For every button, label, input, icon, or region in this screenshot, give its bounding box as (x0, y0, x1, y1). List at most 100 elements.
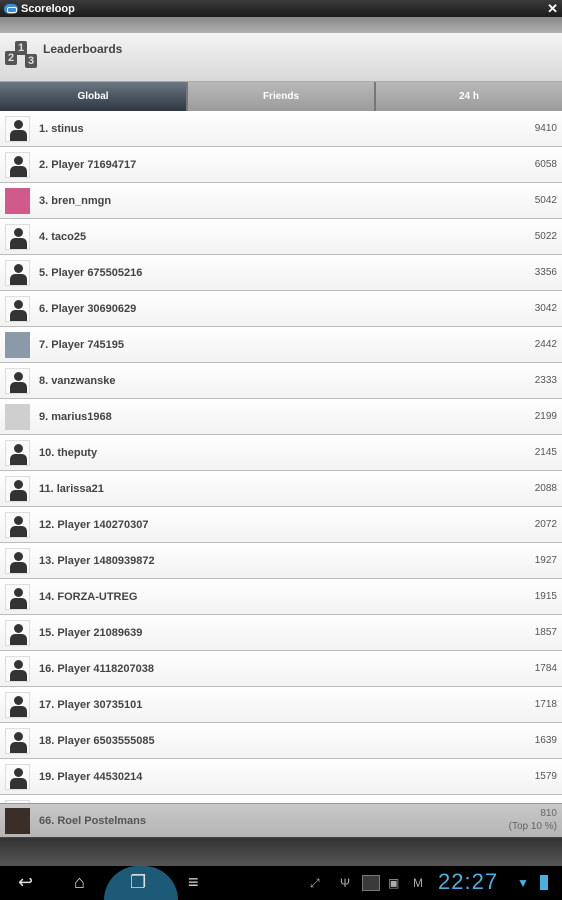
leaderboard-row[interactable]: 6. Player 30690629 3042 (0, 291, 562, 327)
person-head (14, 443, 23, 453)
leaderboard-row[interactable]: 9. marius1968 2199 (0, 399, 562, 435)
leaderboard-row[interactable]: 3. bren_nmgn 5042 (0, 183, 562, 219)
header-band (0, 17, 562, 33)
person-body (10, 561, 27, 573)
default-avatar-icon (5, 439, 30, 466)
leaderboard-row[interactable]: 13. Player 1480939872 1927 (0, 543, 562, 579)
menu-icon[interactable]: ≡ (188, 872, 199, 893)
close-icon[interactable]: ✕ (547, 1, 558, 17)
person-body (10, 525, 27, 537)
leaderboard-row[interactable]: 12. Player 140270307 2072 (0, 507, 562, 543)
person-head (14, 299, 23, 309)
leaderboard-row[interactable]: 7. Player 745195 2442 (0, 327, 562, 363)
player-score: 2088 (534, 483, 557, 494)
player-name: 16. Player 4118207038 (39, 662, 155, 675)
leaderboard-row[interactable]: 1. stinus 9410 (0, 111, 562, 147)
leaderboard-list[interactable]: 1. stinus 9410 2. Player 71694717 6058 3. br… (0, 111, 562, 803)
person-head (14, 371, 23, 381)
person-body (10, 129, 27, 141)
player-name: 14. FORZA-UTREG (39, 590, 138, 603)
wifi-icon: ▼ (517, 876, 529, 890)
leaderboard-row[interactable]: 15. Player 21089639 1857 (0, 615, 562, 651)
default-avatar-icon (5, 655, 30, 682)
player-score: 1579 (534, 771, 557, 782)
leaderboard-row[interactable]: 10. theputy 2145 (0, 435, 562, 471)
player-name: 11. larissa21 (39, 482, 104, 495)
leaderboard-row[interactable]: 11. larissa21 2088 (0, 471, 562, 507)
recent-apps-icon[interactable]: ❐ (130, 872, 146, 893)
system-navigation-bar: ↩ ⌂ ❐ ≡ ⤢ Ψ ▣ M 22:27 ▼ (0, 866, 562, 900)
default-avatar-icon (5, 259, 30, 286)
player-name: 18. Player 6503555085 (39, 734, 155, 747)
default-avatar-icon (5, 727, 30, 754)
screen-compat-icon[interactable]: ⤢ (310, 876, 320, 891)
player-score: 3356 (534, 267, 557, 278)
back-icon[interactable]: ↩ (18, 872, 33, 893)
tab-bar: Global Friends 24 h (0, 82, 562, 111)
page-title: Leaderboards (43, 42, 123, 56)
leaderboard-row[interactable]: 2. Player 71694717 6058 (0, 147, 562, 183)
player-name: 3. bren_nmgn (39, 194, 112, 207)
person-body (10, 633, 27, 645)
person-body (10, 165, 27, 177)
player-score: 5022 (534, 231, 557, 242)
tab-global[interactable]: Global (0, 82, 186, 111)
player-name: 4. taco25 (39, 230, 87, 243)
leaderboard-row[interactable]: 16. Player 4118207038 1784 (0, 651, 562, 687)
leaderboard-podium-icon: 2 1 3 (5, 41, 39, 69)
leaderboard-row[interactable]: 5. Player 675505216 3356 (0, 255, 562, 291)
player-score: 9410 (534, 123, 557, 134)
default-avatar-icon (5, 295, 30, 322)
player-score: 2072 (534, 519, 557, 530)
person-head (14, 263, 23, 273)
default-avatar-icon (5, 223, 30, 250)
default-avatar-icon (5, 619, 30, 646)
app-title: Scoreloop (21, 2, 75, 15)
player-score: 2442 (534, 339, 557, 350)
gmail-icon[interactable]: M (413, 876, 423, 890)
player-name: 6. Player 30690629 (39, 302, 137, 315)
player-name: 9. marius1968 (39, 410, 112, 423)
default-avatar-icon (5, 763, 30, 790)
tab-24h[interactable]: 24 h (374, 82, 562, 111)
image-icon[interactable]: ▣ (388, 876, 399, 890)
battery-icon (540, 875, 548, 890)
my-score-row[interactable]: 66. Roel Postelmans 810 (Top 10 %) (0, 803, 562, 838)
podium-digit: 3 (25, 54, 37, 68)
leaderboard-row[interactable]: 19. Player 44530214 1579 (0, 759, 562, 795)
leaderboard-row[interactable]: 4. taco25 5022 (0, 219, 562, 255)
player-score: 2145 (534, 447, 557, 458)
leaderboard-row[interactable]: 18. Player 6503555085 1639 (0, 723, 562, 759)
player-name: 12. Player 140270307 (39, 518, 149, 531)
person-body (10, 453, 27, 465)
person-head (14, 731, 23, 741)
avatar (5, 187, 30, 214)
home-icon[interactable]: ⌂ (74, 872, 85, 893)
avatar (5, 807, 30, 834)
player-name: 13. Player 1480939872 (39, 554, 155, 567)
scoreloop-logo-icon (4, 3, 18, 14)
leaderboard-row[interactable]: 8. vanzwanske 2333 (0, 363, 562, 399)
player-score: 1857 (534, 627, 557, 638)
tab-friends[interactable]: Friends (186, 82, 374, 111)
avatar (5, 403, 30, 430)
person-head (14, 119, 23, 129)
player-name: 1. stinus (39, 122, 84, 135)
player-score: 1639 (534, 735, 557, 746)
clock[interactable]: 22:27 (438, 869, 498, 895)
player-score: 3042 (534, 303, 557, 314)
leaderboard-row-partial[interactable] (0, 795, 562, 803)
player-score: 5042 (534, 195, 557, 206)
player-score: 6058 (534, 159, 557, 170)
person-body (10, 489, 27, 501)
player-score: 810 (540, 808, 557, 819)
person-head (14, 155, 23, 165)
default-avatar-icon (5, 583, 30, 610)
person-head (14, 767, 23, 777)
leaderboard-row[interactable]: 14. FORZA-UTREG 1915 (0, 579, 562, 615)
usb-icon: Ψ (340, 876, 351, 890)
leaderboards-header: 2 1 3 Leaderboards (0, 33, 562, 82)
title-bar: Scoreloop ✕ (0, 0, 562, 17)
app-notification-icon[interactable] (362, 875, 380, 891)
leaderboard-row[interactable]: 17. Player 30735101 1718 (0, 687, 562, 723)
